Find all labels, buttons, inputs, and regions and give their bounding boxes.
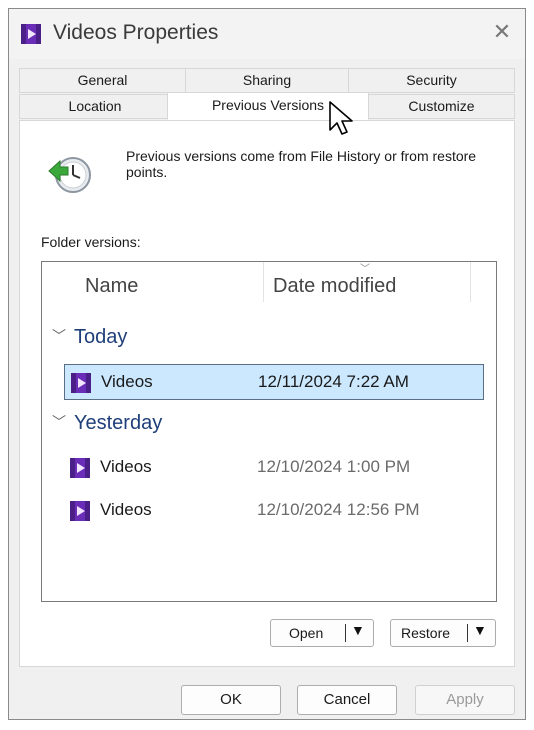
item-date: 12/11/2024 7:22 AM [258, 372, 409, 391]
restore-button[interactable]: Restore ▼ [390, 619, 496, 647]
close-icon: ✕ [492, 19, 512, 44]
column-separator[interactable] [263, 262, 264, 302]
item-name: Videos [101, 372, 153, 391]
dropdown-arrow-icon[interactable]: ▼ [473, 622, 487, 638]
folder-versions-list[interactable]: Name ﹀ Date modified ﹀ Today Videos 12/11… [41, 261, 497, 602]
restore-clock-icon [48, 157, 91, 193]
mouse-cursor-icon [329, 101, 353, 135]
list-item[interactable]: Videos 12/10/2024 12:56 PM [64, 493, 484, 529]
tab-customize[interactable]: Customize [368, 94, 515, 119]
video-folder-icon [70, 501, 90, 521]
button-divider [467, 624, 468, 642]
chevron-down-icon: ﹀ [52, 414, 66, 430]
column-separator[interactable] [470, 262, 471, 302]
chevron-down-icon: ﹀ [52, 328, 66, 344]
info-text: Previous versions come from File History… [126, 148, 477, 180]
video-folder-icon [70, 458, 90, 478]
previous-versions-panel: Previous versions come from File History… [19, 120, 515, 667]
tab-location[interactable]: Location [19, 94, 171, 119]
item-name: Videos [100, 457, 152, 476]
group-header-today[interactable]: ﹀ Today [52, 326, 127, 349]
folder-versions-label: Folder versions: [41, 234, 141, 250]
group-header-yesterday[interactable]: ﹀ Yesterday [52, 412, 162, 435]
column-header-name[interactable]: Name [85, 262, 138, 310]
list-item[interactable]: Videos 12/11/2024 7:22 AM [64, 364, 484, 400]
cancel-button[interactable]: Cancel [297, 685, 397, 715]
video-folder-icon [71, 373, 91, 393]
item-name: Videos [100, 500, 152, 519]
list-item[interactable]: Videos 12/10/2024 1:00 PM [64, 450, 484, 486]
tab-sharing[interactable]: Sharing [185, 68, 349, 93]
button-divider [345, 624, 346, 642]
open-button-label: Open [289, 625, 324, 641]
item-date: 12/10/2024 12:56 PM [257, 500, 420, 519]
close-button[interactable]: ✕ [479, 9, 525, 55]
tab-general[interactable]: General [19, 68, 186, 93]
tab-security[interactable]: Security [348, 68, 515, 93]
dropdown-arrow-icon[interactable]: ▼ [351, 622, 365, 638]
title-bar: Videos Properties ✕ [9, 9, 525, 59]
ok-button[interactable]: OK [181, 685, 281, 715]
open-button[interactable]: Open ▼ [270, 619, 374, 647]
apply-button[interactable]: Apply [415, 685, 515, 715]
video-folder-icon [21, 24, 41, 44]
window-title: Videos Properties [53, 21, 219, 44]
properties-window: Videos Properties ✕ General Sharing Secu… [8, 8, 526, 720]
restore-button-label: Restore [401, 625, 451, 641]
column-header-date-modified[interactable]: Date modified [273, 262, 396, 310]
item-date: 12/10/2024 1:00 PM [257, 457, 411, 476]
